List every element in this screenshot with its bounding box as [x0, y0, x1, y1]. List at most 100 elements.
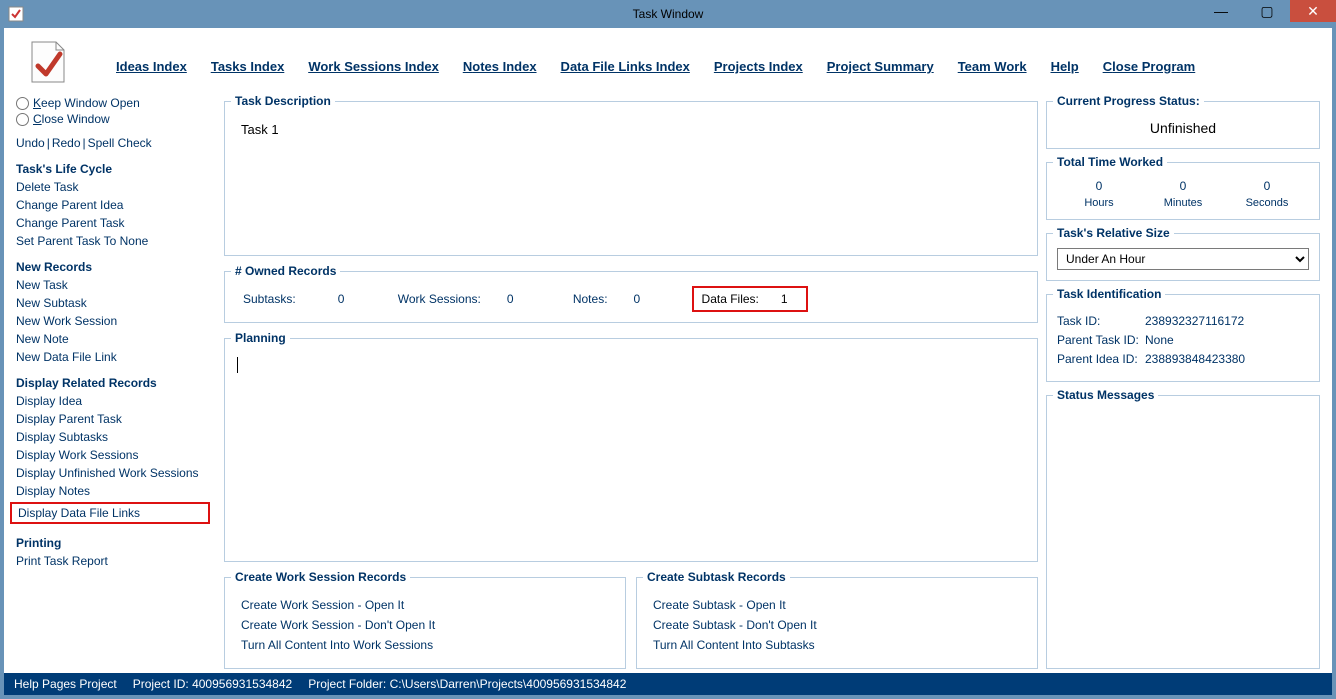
close-button[interactable]: ✕: [1290, 0, 1336, 22]
app-logo-icon: [20, 36, 76, 88]
menu-work-sessions-index[interactable]: Work Sessions Index: [308, 59, 439, 88]
task-ident-fieldset: Task Identification Task ID:238932327116…: [1046, 287, 1320, 382]
undo-link[interactable]: Undo: [16, 136, 45, 150]
display-notes-link[interactable]: Display Notes: [16, 484, 216, 498]
sidebar: Keep Window Open Close Window Undo|Redo|…: [16, 94, 216, 669]
change-parent-task-link[interactable]: Change Parent Task: [16, 216, 216, 230]
create-work-session-fieldset: Create Work Session Records Create Work …: [224, 570, 626, 669]
turn-all-ws-link[interactable]: Turn All Content Into Work Sessions: [241, 638, 615, 652]
create-records-row: Create Work Session Records Create Work …: [224, 570, 1038, 669]
time-worked-legend: Total Time Worked: [1053, 155, 1167, 169]
minimize-button[interactable]: —: [1198, 0, 1244, 22]
delete-task-link[interactable]: Delete Task: [16, 180, 216, 194]
notes-value: 0: [634, 292, 668, 306]
display-subtasks-link[interactable]: Display Subtasks: [16, 430, 216, 444]
right-panel: Current Progress Status: Unfinished Tota…: [1046, 94, 1320, 669]
main-container: Ideas Index Tasks Index Work Sessions In…: [4, 28, 1332, 673]
data-files-label: Data Files:: [702, 292, 759, 306]
minutes-value: 0: [1141, 179, 1225, 193]
keep-window-open-radio[interactable]: Keep Window Open: [16, 96, 216, 110]
create-subtask-fieldset: Create Subtask Records Create Subtask - …: [636, 570, 1038, 669]
relative-size-legend: Task's Relative Size: [1053, 226, 1174, 240]
data-files-value: 1: [781, 292, 788, 306]
owned-records-legend: # Owned Records: [231, 264, 340, 278]
change-parent-idea-link[interactable]: Change Parent Idea: [16, 198, 216, 212]
display-data-file-links-link[interactable]: Display Data File Links: [18, 506, 204, 520]
menu-tasks-index[interactable]: Tasks Index: [211, 59, 284, 88]
work-sessions-label: Work Sessions:: [390, 292, 489, 306]
task-id-label: Task ID:: [1057, 314, 1145, 328]
create-ws-open-link[interactable]: Create Work Session - Open It: [241, 598, 615, 612]
new-task-link[interactable]: New Task: [16, 278, 216, 292]
seconds-value: 0: [1225, 179, 1309, 193]
task-ident-legend: Task Identification: [1053, 287, 1165, 301]
display-data-file-links-highlight: Display Data File Links: [10, 502, 210, 524]
relative-size-select[interactable]: Under An Hour: [1057, 248, 1309, 270]
status-project-id: Project ID: 400956931534842: [133, 677, 292, 691]
status-messages-fieldset: Status Messages: [1046, 388, 1320, 669]
hours-label: Hours: [1057, 197, 1141, 209]
window-controls: — ▢ ✕: [1198, 0, 1336, 22]
display-idea-link[interactable]: Display Idea: [16, 394, 216, 408]
display-parent-task-link[interactable]: Display Parent Task: [16, 412, 216, 426]
display-work-sessions-link[interactable]: Display Work Sessions: [16, 448, 216, 462]
maximize-button[interactable]: ▢: [1244, 0, 1290, 22]
menu-ideas-index[interactable]: Ideas Index: [116, 59, 187, 88]
menu-notes-index[interactable]: Notes Index: [463, 59, 537, 88]
task-id-value: 238932327116172: [1145, 314, 1244, 328]
planning-fieldset: Planning: [224, 331, 1038, 562]
menu-team-work[interactable]: Team Work: [958, 59, 1027, 88]
create-sub-open-link[interactable]: Create Subtask - Open It: [653, 598, 1027, 612]
create-sub-legend: Create Subtask Records: [643, 570, 790, 584]
work-sessions-value: 0: [507, 292, 541, 306]
parent-task-id-label: Parent Task ID:: [1057, 333, 1145, 347]
time-worked-fieldset: Total Time Worked 0Hours 0Minutes 0Secon…: [1046, 155, 1320, 220]
menu-data-file-links-index[interactable]: Data File Links Index: [561, 59, 690, 88]
menu-help[interactable]: Help: [1051, 59, 1079, 88]
create-ws-dont-open-link[interactable]: Create Work Session - Don't Open It: [241, 618, 615, 632]
status-bar: Help Pages Project Project ID: 400956931…: [4, 673, 1332, 695]
new-work-session-link[interactable]: New Work Session: [16, 314, 216, 328]
create-ws-legend: Create Work Session Records: [231, 570, 410, 584]
subtasks-label: Subtasks:: [235, 292, 304, 306]
status-messages-legend: Status Messages: [1053, 388, 1158, 402]
relative-size-fieldset: Task's Relative Size Under An Hour: [1046, 226, 1320, 281]
new-data-file-link-link[interactable]: New Data File Link: [16, 350, 216, 364]
set-parent-none-link[interactable]: Set Parent Task To None: [16, 234, 216, 248]
close-window-radio[interactable]: Close Window: [16, 112, 216, 126]
menu-close-program[interactable]: Close Program: [1103, 59, 1195, 88]
create-sub-dont-open-link[interactable]: Create Subtask - Don't Open It: [653, 618, 1027, 632]
minutes-label: Minutes: [1141, 197, 1225, 209]
new-records-heading: New Records: [16, 260, 216, 274]
menu-bar: Ideas Index Tasks Index Work Sessions In…: [4, 28, 1332, 94]
print-task-report-link[interactable]: Print Task Report: [16, 554, 216, 568]
turn-all-sub-link[interactable]: Turn All Content Into Subtasks: [653, 638, 1027, 652]
title-bar: Task Window — ▢ ✕: [0, 0, 1336, 28]
app-icon: [8, 6, 24, 22]
status-help-pages[interactable]: Help Pages Project: [14, 677, 117, 691]
progress-legend: Current Progress Status:: [1053, 94, 1204, 108]
task-description-fieldset: Task Description Task 1: [224, 94, 1038, 256]
planning-legend: Planning: [231, 331, 290, 345]
data-files-highlight: Data Files: 1: [692, 286, 808, 312]
progress-fieldset: Current Progress Status: Unfinished: [1046, 94, 1320, 149]
spell-check-link[interactable]: Spell Check: [88, 136, 152, 150]
subtasks-value: 0: [338, 292, 372, 306]
hours-value: 0: [1057, 179, 1141, 193]
redo-link[interactable]: Redo: [52, 136, 81, 150]
task-description-value[interactable]: Task 1: [235, 114, 1027, 145]
edit-toolbar: Undo|Redo|Spell Check: [16, 136, 216, 150]
display-related-heading: Display Related Records: [16, 376, 216, 390]
lifecycle-heading: Task's Life Cycle: [16, 162, 216, 176]
menu-project-summary[interactable]: Project Summary: [827, 59, 934, 88]
parent-idea-id-value: 238893848423380: [1145, 352, 1245, 366]
body: Keep Window Open Close Window Undo|Redo|…: [4, 94, 1332, 673]
new-subtask-link[interactable]: New Subtask: [16, 296, 216, 310]
printing-heading: Printing: [16, 536, 216, 550]
planning-text-cursor[interactable]: [237, 357, 238, 373]
owned-records-fieldset: # Owned Records Subtasks: 0 Work Session…: [224, 264, 1038, 323]
new-note-link[interactable]: New Note: [16, 332, 216, 346]
menu-projects-index[interactable]: Projects Index: [714, 59, 803, 88]
task-description-legend: Task Description: [231, 94, 335, 108]
display-unfinished-ws-link[interactable]: Display Unfinished Work Sessions: [16, 466, 216, 480]
